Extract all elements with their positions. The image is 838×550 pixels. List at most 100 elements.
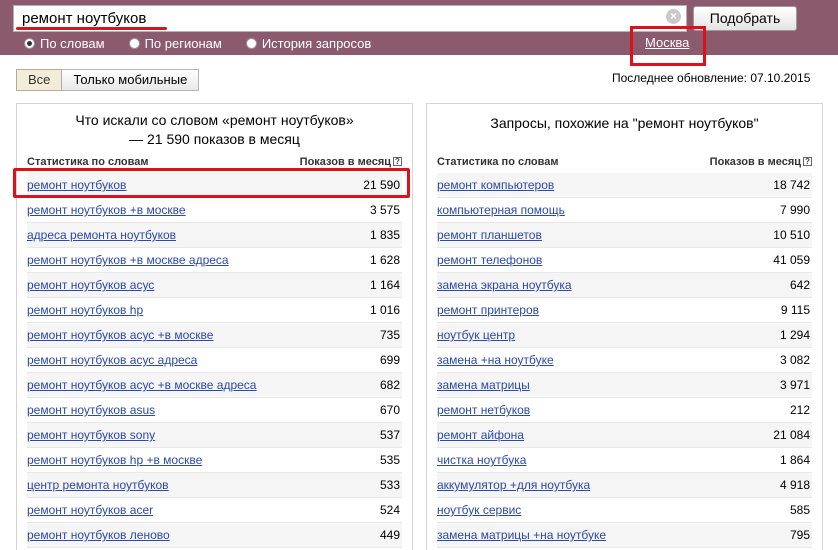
- views-count: 10 510: [773, 228, 810, 242]
- query-link[interactable]: центр ремонта ноутбуков: [27, 478, 169, 492]
- table-row: ремонт ноутбуков асус 1 164: [27, 273, 402, 298]
- right-panel-title: Запросы, похожие на "ремонт ноутбуков": [490, 115, 759, 131]
- views-count: 682: [379, 378, 400, 392]
- table-row: ремонт ноутбуков асус адреса 699: [27, 348, 402, 373]
- views-count: 18 742: [773, 178, 810, 192]
- query-link[interactable]: ремонт ноутбуков асус +в москве: [27, 328, 213, 342]
- col-views-header: Показов в месяц?: [710, 156, 812, 170]
- table-row: ремонт ноутбуков asus 670: [27, 398, 402, 423]
- views-count: 449: [379, 528, 400, 542]
- mode-radio-group: По словам По регионам История запросов: [24, 34, 395, 52]
- query-link[interactable]: замена +на ноутбуке: [437, 353, 554, 367]
- views-count: 1 016: [369, 303, 400, 317]
- radio-unchecked-icon: [245, 37, 257, 49]
- mode-radio-words[interactable]: По словам: [24, 34, 105, 52]
- query-link[interactable]: ремонт принтеров: [437, 303, 539, 317]
- table-row: ремонт ноутбуков +в москве адреса 1 628: [27, 248, 402, 273]
- table-row: ремонт ноутбуков асус +в москве 735: [27, 323, 402, 348]
- table-row: ремонт принтеров 9 115: [437, 298, 812, 323]
- views-count: 1 864: [779, 453, 810, 467]
- query-link[interactable]: компьютерная помощь: [437, 203, 565, 217]
- filter-all-button[interactable]: Все: [16, 69, 63, 91]
- views-count: 642: [789, 278, 810, 292]
- table-row: ремонт ноутбуков +в москве 3 575: [27, 198, 402, 223]
- mode-label: По регионам: [144, 35, 222, 51]
- mode-label: По словам: [40, 35, 105, 51]
- filter-mobile-button[interactable]: Только мобильные: [62, 69, 200, 91]
- views-count: 699: [379, 353, 400, 367]
- mode-radio-regions[interactable]: По регионам: [128, 34, 222, 52]
- views-count: 212: [789, 403, 810, 417]
- table-row: адреса ремонта ноутбуков 1 835: [27, 223, 402, 248]
- query-link[interactable]: ремонт ноутбуков hp +в москве: [27, 453, 202, 467]
- table-row: замена матрицы +на ноутбуке 795: [437, 523, 812, 548]
- radio-unchecked-icon: [128, 37, 140, 49]
- device-filter: Все Только мобильные: [16, 69, 200, 91]
- views-count: 795: [789, 528, 810, 542]
- table-row: ремонт ноутбуков sony 537: [27, 423, 402, 448]
- query-link[interactable]: аккумулятор +для ноутбука: [437, 478, 590, 492]
- first-row-highlight-annotation: [13, 168, 410, 198]
- table-row: ремонт айфона 21 084: [437, 423, 812, 448]
- query-link[interactable]: ремонт ноутбуков asus: [27, 403, 155, 417]
- mode-label: История запросов: [261, 35, 372, 51]
- col-views-label: Показов в месяц: [709, 156, 801, 168]
- query-link[interactable]: ремонт ноутбуков асус +в москве адреса: [27, 378, 256, 392]
- table-row: замена матрицы 3 971: [437, 373, 812, 398]
- right-table-rows: ремонт компьютеров 18 742 компьютерная пом…: [427, 173, 822, 548]
- clear-icon[interactable]: ×: [666, 9, 681, 24]
- query-link[interactable]: чистка ноутбука: [437, 453, 526, 467]
- views-count: 9 115: [780, 303, 810, 317]
- query-link[interactable]: ноутбук сервис: [437, 503, 521, 517]
- query-link[interactable]: ремонт нетбуков: [437, 403, 530, 417]
- views-count: 1 164: [369, 278, 400, 292]
- views-count: 21 084: [773, 428, 810, 442]
- views-count: 7 990: [779, 203, 810, 217]
- views-count: 3 575: [369, 203, 400, 217]
- right-panel-similar: Запросы, похожие на "ремонт ноутбуков" С…: [426, 103, 823, 550]
- submit-button[interactable]: Подобрать: [693, 6, 797, 31]
- table-row: замена +на ноутбуке 3 082: [437, 348, 812, 373]
- views-count: 585: [789, 503, 810, 517]
- search-input[interactable]: ремонт ноутбуков: [22, 9, 146, 29]
- query-link[interactable]: ремонт компьютеров: [437, 178, 554, 192]
- table-row: ремонт планшетов 10 510: [437, 223, 812, 248]
- table-row: ремонт ноутбуков hp 1 016: [27, 298, 402, 323]
- table-row: компьютерная помощь 7 990: [437, 198, 812, 223]
- views-count: 1 628: [369, 253, 400, 267]
- left-panel-title: Что искали со словом «ремонт ноутбуков» …: [75, 112, 354, 147]
- table-row: ремонт компьютеров 18 742: [437, 173, 812, 198]
- query-link[interactable]: ремонт ноутбуков леново: [27, 528, 170, 542]
- query-link[interactable]: ремонт айфона: [437, 428, 524, 442]
- help-icon[interactable]: ?: [803, 157, 812, 166]
- query-link[interactable]: ноутбук центр: [437, 328, 515, 342]
- right-table-header: Статистика по словам Показов в месяц?: [427, 156, 822, 170]
- query-link[interactable]: ремонт ноутбуков +в москве: [27, 203, 186, 217]
- query-link[interactable]: ремонт ноутбуков +в москве адреса: [27, 253, 229, 267]
- query-link[interactable]: замена матрицы: [437, 378, 530, 392]
- query-link[interactable]: ремонт телефонов: [437, 253, 542, 267]
- views-count: 533: [379, 478, 400, 492]
- table-row: замена экрана ноутбука 642: [437, 273, 812, 298]
- query-link[interactable]: ремонт ноутбуков sony: [27, 428, 155, 442]
- query-link[interactable]: адреса ремонта ноутбуков: [27, 228, 176, 242]
- query-link[interactable]: ремонт ноутбуков асус: [27, 278, 154, 292]
- views-count: 3 082: [779, 353, 810, 367]
- table-row: ремонт ноутбуков acer 524: [27, 498, 402, 523]
- table-row: чистка ноутбука 1 864: [437, 448, 812, 473]
- table-row: аккумулятор +для ноутбука 4 918: [437, 473, 812, 498]
- query-link[interactable]: ремонт планшетов: [437, 228, 542, 242]
- last-update-text: Последнее обновление: 07.10.2015: [612, 71, 811, 85]
- table-row: ремонт нетбуков 212: [437, 398, 812, 423]
- query-link[interactable]: ремонт ноутбуков hp: [27, 303, 143, 317]
- search-underline-annotation: [16, 27, 167, 30]
- views-count: 670: [379, 403, 400, 417]
- table-row: ноутбук центр 1 294: [437, 323, 812, 348]
- views-count: 1 835: [369, 228, 400, 242]
- help-icon[interactable]: ?: [393, 157, 402, 166]
- mode-radio-history[interactable]: История запросов: [245, 34, 372, 52]
- query-link[interactable]: ремонт ноутбуков acer: [27, 503, 153, 517]
- query-link[interactable]: ремонт ноутбуков асус адреса: [27, 353, 197, 367]
- query-link[interactable]: замена матрицы +на ноутбуке: [437, 528, 606, 542]
- query-link[interactable]: замена экрана ноутбука: [437, 278, 572, 292]
